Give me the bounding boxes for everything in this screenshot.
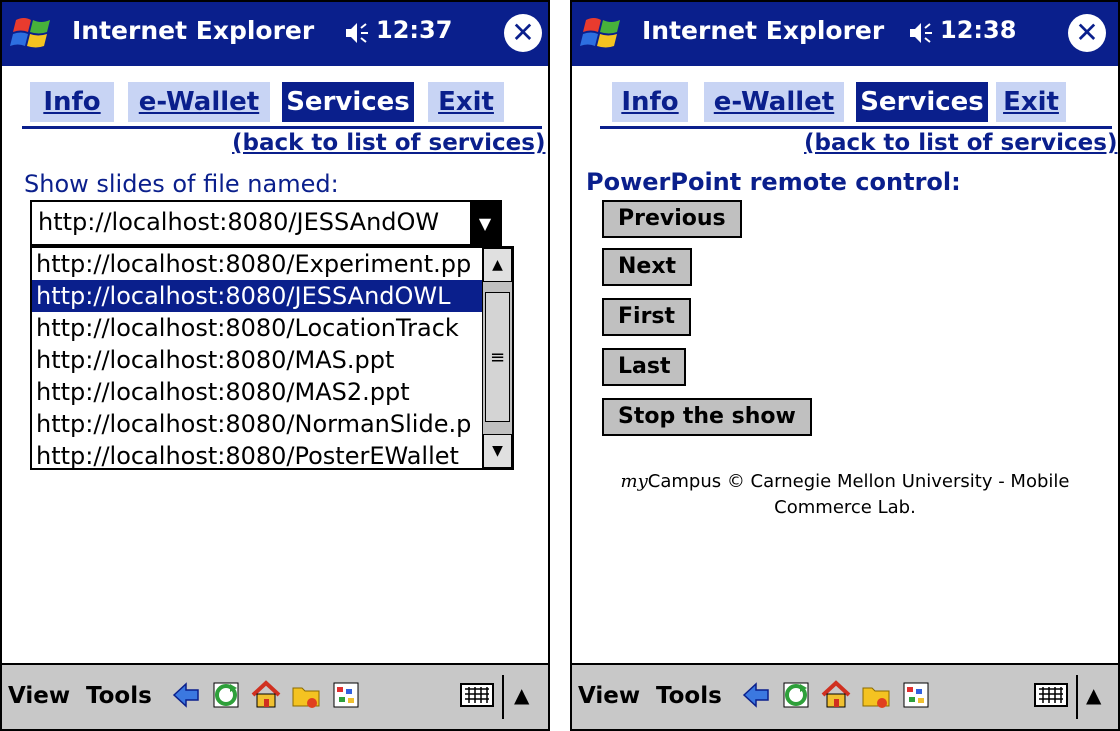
left-screen: Internet Explorer 12:37 ✕ Info e-Wallet … [0,0,550,731]
toolbar-divider [1076,675,1078,719]
stop-show-button[interactable]: Stop the show [602,398,812,436]
keyboard-icon[interactable] [1034,683,1068,707]
right-screen: Internet Explorer 12:38 ✕ Info e-Wallet … [570,0,1120,731]
scroll-down-icon[interactable]: ▼ [483,434,512,468]
footer-line-2: Commerce Lab. [774,497,916,518]
favorites-folder-icon[interactable] [290,679,322,711]
section-title: PowerPoint remote control: [586,168,961,196]
title-bar: Internet Explorer 12:37 ✕ [2,2,548,66]
refresh-icon[interactable] [210,679,242,711]
tab-info[interactable]: Info [612,82,688,122]
footer-copyright: Campus © Carnegie Mellon University - Mo… [647,471,1070,492]
windows-logo-icon[interactable] [580,12,626,56]
last-button[interactable]: Last [602,348,687,386]
close-button[interactable]: ✕ [504,14,542,52]
back-to-services-link[interactable]: (back to list of services) [232,130,545,156]
dropdown-option[interactable]: http://localhost:8080/PosterEWallet [32,440,484,472]
favorites-folder-icon[interactable] [860,679,892,711]
clock: 12:37 [376,16,453,44]
footer-my: my [620,471,648,492]
tab-info[interactable]: Info [30,82,114,122]
bottom-toolbar: View Tools ▲ [572,663,1118,729]
file-select[interactable]: http://localhost:8080/JESSAndOW ▼ [30,200,502,246]
dropdown-option[interactable]: http://localhost:8080/MAS2.ppt [32,376,484,408]
speaker-icon[interactable] [908,20,934,46]
up-arrow-icon[interactable]: ▲ [514,683,529,707]
dropdown-option-selected[interactable]: http://localhost:8080/JESSAndOWL [32,280,484,312]
tab-services[interactable]: Services [282,82,414,122]
tab-underline [600,126,1112,129]
view-menu[interactable]: View [578,683,640,709]
back-to-services-link[interactable]: (back to list of services) [804,130,1117,156]
dropdown-arrow[interactable]: ▼ [470,202,500,244]
view-icon[interactable] [330,679,362,711]
tab-exit[interactable]: Exit [428,82,504,122]
view-menu[interactable]: View [8,683,70,709]
app-title: Internet Explorer [72,16,315,45]
footer: myCampus © Carnegie Mellon University - … [592,469,1098,521]
tab-exit[interactable]: Exit [996,82,1066,122]
tools-menu[interactable]: Tools [656,683,722,709]
dropdown-option[interactable]: http://localhost:8080/Experiment.pp [32,248,484,280]
show-slides-label: Show slides of file named: [24,170,339,198]
windows-logo-icon[interactable] [10,12,56,56]
toolbar-divider [502,675,504,719]
home-icon[interactable] [820,679,852,711]
previous-button[interactable]: Previous [602,200,742,238]
title-bar: Internet Explorer 12:38 ✕ [572,2,1118,66]
app-title: Internet Explorer [642,16,885,45]
file-dropdown-list[interactable]: http://localhost:8080/Experiment.pp http… [30,246,514,470]
up-arrow-icon[interactable]: ▲ [1086,683,1101,707]
clock: 12:38 [940,16,1017,44]
dropdown-option[interactable]: http://localhost:8080/LocationTrack [32,312,484,344]
scroll-up-icon[interactable]: ▲ [483,248,512,282]
refresh-icon[interactable] [780,679,812,711]
tools-menu[interactable]: Tools [86,683,152,709]
tab-underline [22,126,542,129]
tab-e-wallet[interactable]: e-Wallet [704,82,844,122]
dropdown-option[interactable]: http://localhost:8080/NormanSlide.p [32,408,484,440]
close-icon: ✕ [511,16,535,49]
scroll-thumb[interactable]: ≡ [485,292,510,422]
first-button[interactable]: First [602,298,692,336]
back-arrow-icon[interactable] [170,679,202,711]
view-icon[interactable] [900,679,932,711]
footer-line-1: myCampus © Carnegie Mellon University - … [592,469,1098,495]
close-icon: ✕ [1075,16,1099,49]
next-button[interactable]: Next [602,248,693,286]
tab-services[interactable]: Services [856,82,988,122]
close-button[interactable]: ✕ [1068,14,1106,52]
tab-e-wallet[interactable]: e-Wallet [128,82,270,122]
file-select-value: http://localhost:8080/JESSAndOW [38,208,440,236]
speaker-icon[interactable] [344,20,370,46]
home-icon[interactable] [250,679,282,711]
dropdown-option[interactable]: http://localhost:8080/MAS.ppt [32,344,484,376]
bottom-toolbar: View Tools ▲ [2,663,548,729]
back-arrow-icon[interactable] [740,679,772,711]
chevron-down-icon: ▼ [478,213,492,233]
keyboard-icon[interactable] [460,683,494,707]
dropdown-scrollbar[interactable]: ▲ ≡ ▼ [482,248,512,468]
